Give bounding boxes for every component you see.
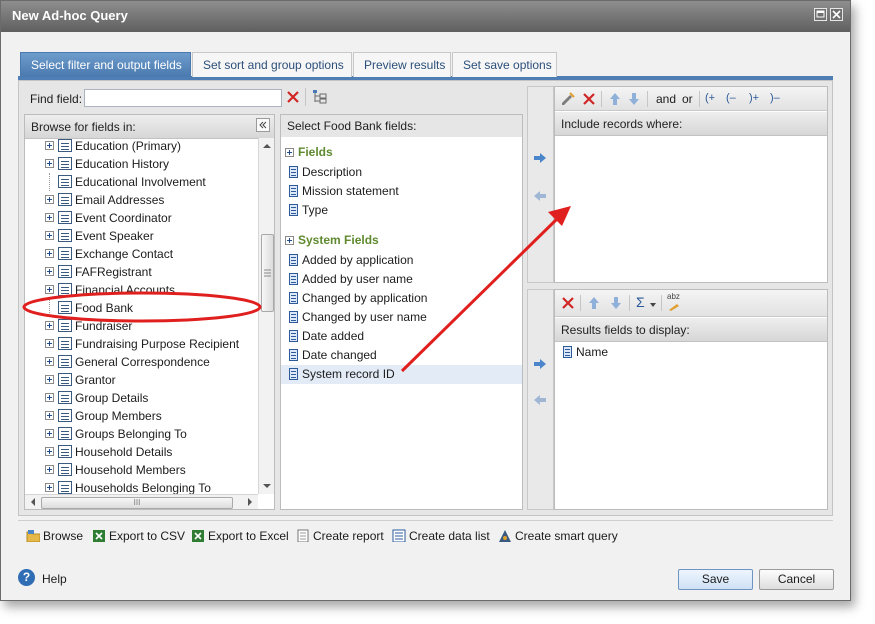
annotation-overlay bbox=[22, 206, 571, 373]
highlight-ellipse bbox=[22, 291, 262, 323]
annotation-arrow-line bbox=[400, 216, 560, 373]
